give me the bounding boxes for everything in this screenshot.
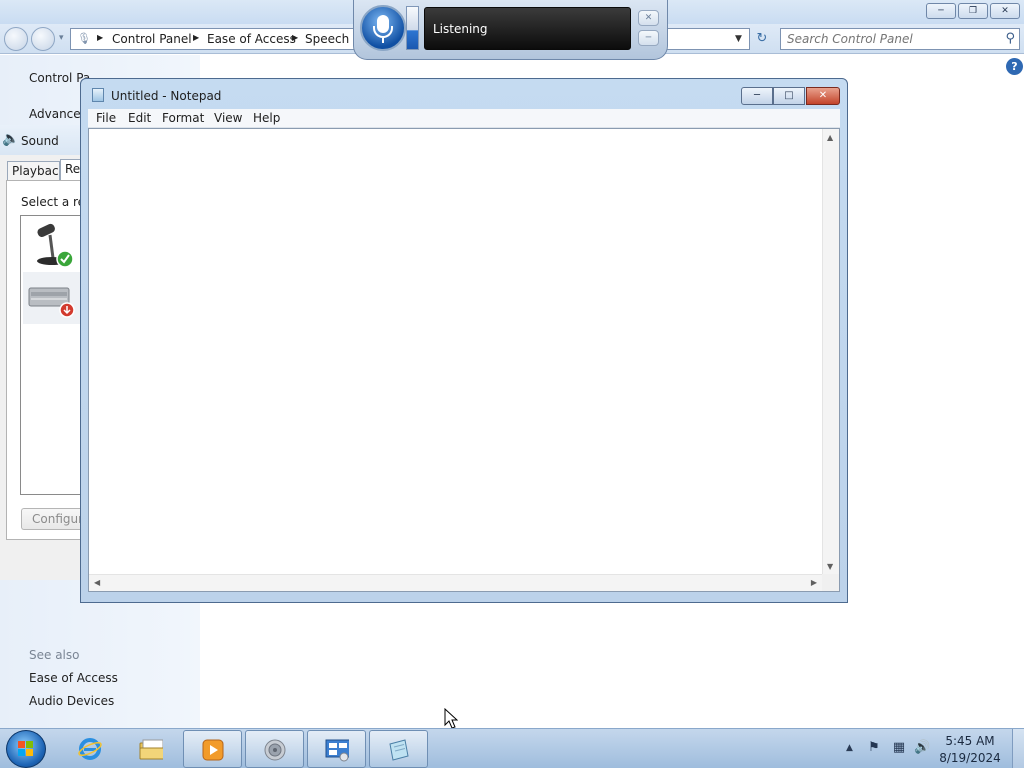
text-area[interactable] xyxy=(91,131,819,575)
list-item[interactable] xyxy=(23,272,83,324)
taskbar: ▲ ⚑ ▦ 🔊 5:45 AM 8/19/2024 xyxy=(0,728,1024,768)
breadcrumb-separator-icon[interactable]: ▶ xyxy=(97,33,103,42)
address-dropdown-icon[interactable]: ▼ xyxy=(735,34,742,44)
action-center-flag-icon[interactable]: ⚑ xyxy=(866,740,882,756)
taskbar-media-player[interactable] xyxy=(183,730,242,768)
mouse-cursor-icon xyxy=(444,708,458,729)
notepad-title: Untitled - Notepad xyxy=(111,89,222,103)
sound-dialog: 🔈 Sound Playback Re Select a reco xyxy=(0,125,99,580)
microphone-device-icon xyxy=(37,223,74,268)
speech-status-text: Listening xyxy=(433,22,488,36)
menu-file[interactable]: File xyxy=(96,111,116,125)
notepad-editor: ▲ ▼ ◀ ▶ xyxy=(88,128,840,592)
forward-button[interactable] xyxy=(31,27,55,51)
clock-date[interactable]: 8/19/2024 xyxy=(930,751,1010,765)
speech-minimize-button[interactable]: ─ xyxy=(638,30,659,46)
horizontal-scrollbar[interactable]: ◀ ▶ xyxy=(89,574,822,591)
clock-time[interactable]: 5:45 AM xyxy=(930,734,1010,748)
menu-help[interactable]: Help xyxy=(253,111,280,125)
list-item[interactable] xyxy=(23,218,83,270)
search-box[interactable]: ⚲ xyxy=(780,28,1020,50)
search-input[interactable] xyxy=(787,31,997,47)
breadcrumb-separator-icon[interactable]: ▶ xyxy=(292,33,298,42)
back-button[interactable] xyxy=(4,27,28,51)
menu-format[interactable]: Format xyxy=(162,111,204,125)
notepad-titlebar[interactable]: Untitled - Notepad ─ □ ✕ xyxy=(81,79,847,109)
internet-explorer-icon xyxy=(78,738,102,760)
maximize-button[interactable]: □ xyxy=(773,87,805,105)
speaker-icon: 🔈 xyxy=(2,131,20,147)
restore-button[interactable]: ❐ xyxy=(958,3,988,19)
taskbar-control-panel[interactable] xyxy=(307,730,366,768)
minimize-button[interactable]: ─ xyxy=(926,3,956,19)
help-icon[interactable]: ? xyxy=(1006,58,1023,75)
notepad-icon xyxy=(92,88,104,102)
taskbar-windows-explorer[interactable] xyxy=(122,730,181,768)
notepad-menubar: File Edit Format View Help xyxy=(88,109,840,128)
microphone-base xyxy=(382,38,384,43)
show-hidden-icons-icon[interactable]: ▲ xyxy=(846,743,853,753)
scroll-left-icon[interactable]: ◀ xyxy=(94,578,100,587)
breadcrumb-ease-of-access[interactable]: Ease of Access xyxy=(207,32,296,46)
network-icon[interactable]: ▦ xyxy=(891,740,907,756)
minimize-button[interactable]: ─ xyxy=(741,87,773,105)
breadcrumb-separator-icon[interactable]: ▶ xyxy=(193,33,199,42)
windows-logo-icon xyxy=(18,741,33,756)
scroll-down-icon[interactable]: ▼ xyxy=(827,562,833,571)
see-also-link-ease-of-access[interactable]: Ease of Access xyxy=(29,671,118,685)
menu-edit[interactable]: Edit xyxy=(128,111,151,125)
resize-grip[interactable] xyxy=(822,574,839,591)
recording-tab-panel: Select a reco Configure xyxy=(6,180,99,540)
see-also-heading: See also xyxy=(29,648,80,662)
microphone-stand xyxy=(373,26,393,38)
taskbar-internet-explorer[interactable] xyxy=(61,730,120,768)
notepad-taskbar-icon xyxy=(389,739,409,761)
speech-status-panel: Listening xyxy=(424,7,631,50)
taskbar-notepad[interactable] xyxy=(369,730,428,768)
see-also-link-audio-devices[interactable]: Audio Devices xyxy=(29,694,114,708)
microphone-button[interactable] xyxy=(360,5,406,51)
speech-recognition-bar: Listening ✕ ─ xyxy=(353,0,668,60)
search-icon[interactable]: ⚲ xyxy=(1005,31,1015,46)
audio-level-meter xyxy=(406,6,419,50)
line-in-device-icon xyxy=(28,287,75,318)
sound-dialog-title: Sound xyxy=(21,134,59,148)
refresh-icon[interactable]: ↻ xyxy=(752,30,772,50)
windows-explorer-icon xyxy=(139,739,163,760)
notepad-window: Untitled - Notepad ─ □ ✕ File Edit Forma… xyxy=(80,78,848,603)
scroll-right-icon[interactable]: ▶ xyxy=(811,578,817,587)
media-player-icon xyxy=(202,739,224,761)
microphone-location-icon: 🎙 xyxy=(77,32,91,45)
close-button[interactable]: ✕ xyxy=(990,3,1020,19)
sound-dialog-titlebar[interactable]: 🔈 Sound xyxy=(0,125,90,155)
speech-close-button[interactable]: ✕ xyxy=(638,10,659,26)
vertical-scrollbar[interactable]: ▲ ▼ xyxy=(822,129,839,575)
start-button[interactable] xyxy=(6,730,46,768)
menu-view[interactable]: View xyxy=(214,111,242,125)
control-panel-taskbar-icon xyxy=(325,739,349,762)
sound-taskbar-icon xyxy=(264,739,286,761)
volume-icon[interactable]: 🔊 xyxy=(914,740,930,756)
recent-pages-icon[interactable]: ▾ xyxy=(59,33,64,43)
close-button[interactable]: ✕ xyxy=(806,87,840,105)
tab-playback[interactable]: Playback xyxy=(7,161,60,181)
taskbar-sound[interactable] xyxy=(245,730,304,768)
show-desktop-button[interactable] xyxy=(1012,729,1024,768)
breadcrumb-control-panel[interactable]: Control Panel xyxy=(112,32,192,46)
scroll-up-icon[interactable]: ▲ xyxy=(827,133,833,142)
